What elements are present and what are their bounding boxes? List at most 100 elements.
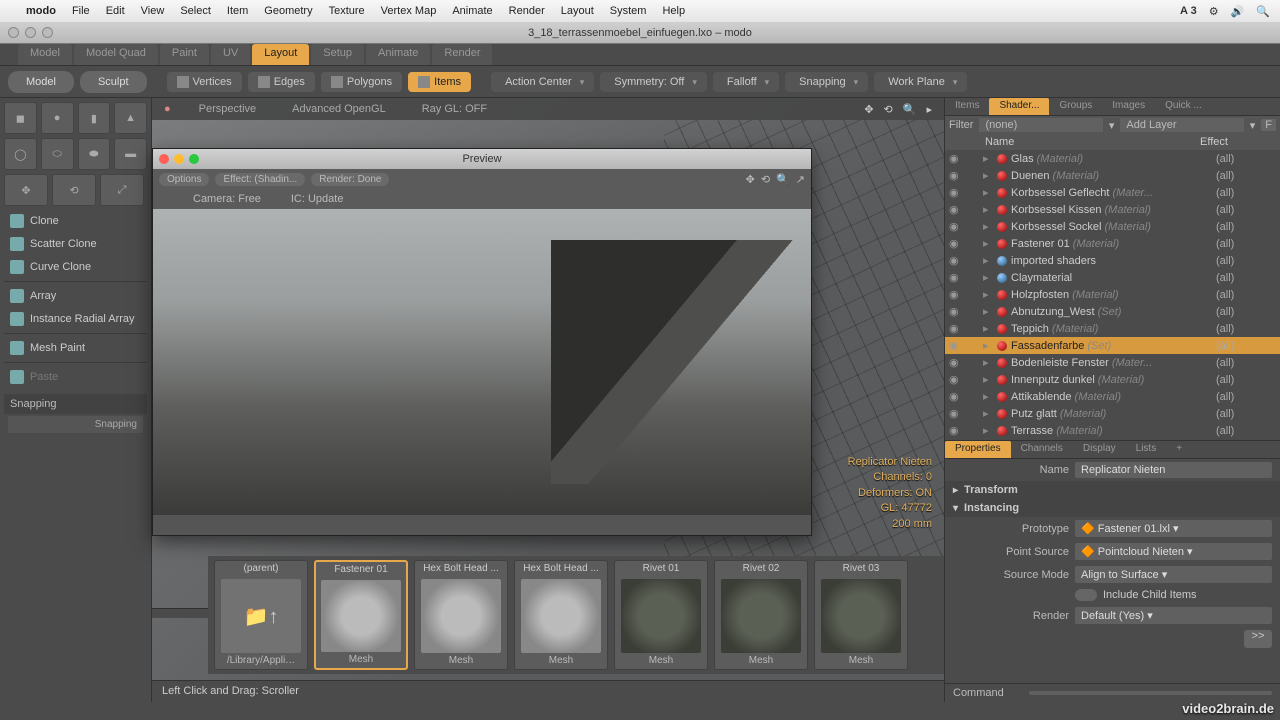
symmetry-drop[interactable]: Symmetry: Off — [600, 72, 707, 92]
prop-tab-channels[interactable]: Channels — [1011, 441, 1073, 458]
menu-file[interactable]: File — [72, 5, 90, 17]
shader-row[interactable]: ◉▸Attikablende(Material)(all) — [945, 388, 1280, 405]
transform-move[interactable]: ✥ — [4, 174, 48, 206]
menu-render[interactable]: Render — [509, 5, 545, 17]
shader-row[interactable]: ◉▸Korbsessel Kissen(Material)(all) — [945, 201, 1280, 218]
transform-rotate[interactable]: ⟲ — [52, 174, 96, 206]
vp-zoom-icon[interactable]: 🔍 — [903, 103, 917, 116]
layout-tab-model-quad[interactable]: Model Quad — [74, 44, 158, 65]
vp-rotate-icon[interactable]: ⟲ — [884, 103, 893, 116]
shader-row[interactable]: ◉▸Holzpfosten(Material)(all) — [945, 286, 1280, 303]
right-tab-images[interactable]: Images — [1102, 98, 1155, 115]
workplane-drop[interactable]: Work Plane — [874, 72, 967, 92]
mode-sculpt-button[interactable]: Sculpt — [80, 71, 147, 93]
prop-tab-add[interactable]: + — [1166, 441, 1192, 458]
menu-system[interactable]: System — [610, 5, 647, 17]
shader-row[interactable]: ◉▸Korbsessel Sockel(Material)(all) — [945, 218, 1280, 235]
asset-rivet-01[interactable]: Rivet 01Mesh — [614, 560, 708, 670]
prop-tab-display[interactable]: Display — [1073, 441, 1126, 458]
shader-row[interactable]: ◉▸Putz glatt(Material)(all) — [945, 405, 1280, 422]
menu-view[interactable]: View — [141, 5, 165, 17]
tool-curve-clone[interactable]: Curve Clone — [4, 256, 147, 278]
asset-fastener-01[interactable]: Fastener 01Mesh — [314, 560, 408, 670]
menu-select[interactable]: Select — [180, 5, 211, 17]
preview-effect[interactable]: Effect: (Shadin... — [215, 173, 305, 186]
zoom-icon[interactable] — [42, 27, 53, 38]
instancing-section[interactable]: ▾ Instancing — [945, 499, 1280, 517]
tool-clone[interactable]: Clone — [4, 210, 147, 232]
spotlight-icon[interactable]: ⚙ — [1209, 5, 1219, 18]
tool-array[interactable]: Array — [4, 285, 147, 307]
preview-close-icon[interactable] — [159, 154, 169, 164]
include-child-toggle[interactable]: Include Child Items — [1075, 589, 1197, 601]
tool-mesh-paint[interactable]: Mesh Paint — [4, 337, 147, 359]
vp-dot[interactable]: ● — [164, 103, 171, 115]
menu-help[interactable]: Help — [662, 5, 685, 17]
vp-move-icon[interactable]: ✥ — [864, 103, 873, 116]
vp-more-icon[interactable]: ▸ — [926, 103, 932, 116]
minimize-icon[interactable] — [25, 27, 36, 38]
shader-row[interactable]: ◉▸Innenputz dunkel(Material)(all) — [945, 371, 1280, 388]
layout-tab-layout[interactable]: Layout — [252, 44, 309, 65]
go-button[interactable]: >> — [1244, 630, 1272, 648]
vp-raygl[interactable]: Ray GL: OFF — [414, 101, 495, 117]
snapping-sub[interactable]: Snapping — [8, 416, 143, 433]
shader-row[interactable]: ◉▸Fastener 01(Material)(all) — [945, 235, 1280, 252]
name-field[interactable]: Replicator Nieten — [1075, 462, 1272, 478]
shader-row[interactable]: ◉▸Claymaterial(all) — [945, 269, 1280, 286]
component-edges-button[interactable]: Edges — [248, 72, 315, 92]
shader-row[interactable]: ◉▸Bodenleiste Fenster(Mater...(all) — [945, 354, 1280, 371]
preview-ic[interactable]: IC: Update — [291, 193, 344, 205]
filter-select[interactable]: (none) — [979, 118, 1102, 132]
transform-section[interactable]: ▸ Transform — [945, 481, 1280, 499]
prop-tab-lists[interactable]: Lists — [1126, 441, 1167, 458]
snapping-section[interactable]: Snapping — [4, 394, 147, 414]
preview-pan-icon[interactable]: ✥ — [746, 173, 755, 186]
menu-animate[interactable]: Animate — [452, 5, 492, 17]
shader-row[interactable]: ◉▸Korbsessel Geflecht(Mater...(all) — [945, 184, 1280, 201]
add-layer-button[interactable]: Add Layer — [1120, 118, 1243, 132]
snapping-drop[interactable]: Snapping — [785, 72, 868, 92]
asset-browser[interactable]: (parent)📁↑/Library/Appli…Fastener 01Mesh… — [208, 556, 944, 674]
component-vertices-button[interactable]: Vertices — [167, 72, 242, 92]
asset-hex-bolt-head----[interactable]: Hex Bolt Head ...Mesh — [514, 560, 608, 670]
prototype-field[interactable]: 🔶 Fastener 01.lxl ▾ — [1075, 520, 1272, 537]
shader-row[interactable]: ◉▸Abnutzung_West(Set)(all) — [945, 303, 1280, 320]
viewport[interactable]: ● Perspective Advanced OpenGL Ray GL: OF… — [152, 98, 944, 702]
layout-tab-animate[interactable]: Animate — [366, 44, 430, 65]
preview-zoom-icon[interactable] — [189, 154, 199, 164]
primitive-cylinder[interactable]: ▮ — [78, 102, 111, 134]
primitive-capsule[interactable]: ⬬ — [78, 138, 111, 170]
component-polygons-button[interactable]: Polygons — [321, 72, 402, 92]
volume-icon[interactable]: 🔊 — [1231, 5, 1245, 18]
command-input[interactable] — [1029, 691, 1272, 695]
right-tab-quick[interactable]: Quick ... — [1155, 98, 1212, 115]
close-icon[interactable] — [8, 27, 19, 38]
pointsource-field[interactable]: 🔶 Pointcloud Nieten ▾ — [1075, 543, 1272, 560]
preview-min-icon[interactable] — [174, 154, 184, 164]
sourcemode-field[interactable]: Align to Surface ▾ — [1075, 566, 1272, 583]
mode-model-button[interactable]: Model — [8, 71, 74, 93]
vp-perspective[interactable]: Perspective — [191, 101, 264, 117]
search-icon[interactable]: 🔍 — [1256, 5, 1270, 18]
shader-tree[interactable]: ◉▸Glas(Material)(all)◉▸Duenen(Material)(… — [945, 150, 1280, 440]
asset--parent-[interactable]: (parent)📁↑/Library/Appli… — [214, 560, 308, 670]
menu-texture[interactable]: Texture — [329, 5, 365, 17]
shader-row[interactable]: ◉▸Terrasse(Material)(all) — [945, 422, 1280, 439]
tool-scatter-clone[interactable]: Scatter Clone — [4, 233, 147, 255]
vp-opengl[interactable]: Advanced OpenGL — [284, 101, 394, 117]
primitive-torus[interactable]: ◯ — [4, 138, 37, 170]
right-tab-groups[interactable]: Groups — [1049, 98, 1102, 115]
transform-scale[interactable]: ⤢ — [100, 174, 144, 206]
menu-layout[interactable]: Layout — [561, 5, 594, 17]
preview-window[interactable]: Preview Options Effect: (Shadin... Rende… — [152, 148, 812, 536]
preview-options[interactable]: Options — [159, 173, 209, 186]
primitive-tube[interactable]: ⬭ — [41, 138, 74, 170]
primitive-cone[interactable]: ▲ — [114, 102, 147, 134]
menu-vertexmap[interactable]: Vertex Map — [381, 5, 437, 17]
f-button[interactable]: F — [1261, 119, 1276, 131]
preview-rot-icon[interactable]: ⟲ — [761, 173, 770, 186]
asset-hex-bolt-head----[interactable]: Hex Bolt Head ...Mesh — [414, 560, 508, 670]
shader-row[interactable]: ◉▸Fassadenfarbe(Set)(all) — [945, 337, 1280, 354]
menu-item[interactable]: Item — [227, 5, 248, 17]
